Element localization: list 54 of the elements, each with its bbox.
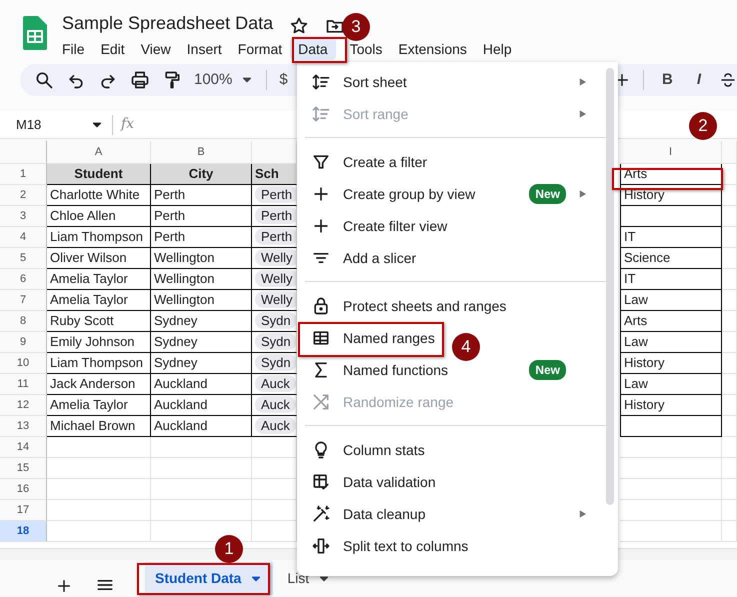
table-cell: Law	[620, 290, 722, 311]
table-cell: Amelia Taylor	[47, 395, 151, 416]
table-cell: Perth	[151, 185, 252, 206]
table-cell: Sydney	[151, 353, 252, 374]
table-cell: Sydney	[151, 332, 252, 353]
table-cell: Perth	[151, 227, 252, 248]
city-chip: Welly	[255, 249, 296, 266]
table-cell: Wellington	[151, 248, 252, 269]
city-chip: Perth	[255, 186, 296, 203]
table-cell: Student	[47, 164, 151, 185]
table-cell: City	[151, 164, 252, 185]
fx-label: fx	[121, 115, 134, 134]
table-cell: History	[620, 353, 722, 374]
city-chip: Auck	[255, 375, 296, 392]
city-chip: Perth	[255, 228, 296, 245]
table-cell: Science	[620, 248, 722, 269]
table-cell: Charlotte White	[47, 185, 151, 206]
table-cell: Amelia Taylor	[47, 290, 151, 311]
table-cell: Amelia Taylor	[47, 269, 151, 290]
table-cell: IT	[620, 269, 722, 290]
table-cell: History	[620, 395, 722, 416]
new-badge: New	[529, 360, 566, 380]
table-cell: Wellington	[151, 269, 252, 290]
city-chip: Auck	[255, 396, 296, 413]
table-cell: Auckland	[151, 416, 252, 437]
table-cell: Jack Anderson	[47, 374, 151, 395]
city-chip: Perth	[255, 207, 296, 224]
city-chip: Sydn	[255, 354, 296, 371]
table-cell: Sydney	[151, 311, 252, 332]
new-badge: New	[529, 184, 566, 204]
table-cell: Wellington	[151, 290, 252, 311]
city-chip: Sydn	[255, 333, 296, 350]
table-cell: Auckland	[151, 374, 252, 395]
table-cell: Michael Brown	[47, 416, 151, 437]
table-cell: Oliver Wilson	[47, 248, 151, 269]
table-cell: Liam Thompson	[47, 353, 151, 374]
table-cell: Arts	[620, 164, 722, 185]
table-cell: IT	[620, 227, 722, 248]
table-cell: Arts	[620, 311, 722, 332]
table-cell: Emily Johnson	[47, 332, 151, 353]
table-cell: Perth	[151, 206, 252, 227]
step-number-callout: 3	[342, 13, 370, 41]
table-cell: Sch	[252, 164, 297, 185]
table-cell: Liam Thompson	[47, 227, 151, 248]
city-chip: Sydn	[255, 312, 296, 329]
table-cell: Law	[620, 332, 722, 353]
table-cell: Chloe Allen	[47, 206, 151, 227]
table-cell: Law	[620, 374, 722, 395]
table-cell: History	[620, 185, 722, 206]
city-chip: Welly	[255, 270, 296, 287]
table-cell: Ruby Scott	[47, 311, 151, 332]
city-chip: Auck	[255, 417, 296, 434]
table-cell: Auckland	[151, 395, 252, 416]
city-chip: Welly	[255, 291, 296, 308]
